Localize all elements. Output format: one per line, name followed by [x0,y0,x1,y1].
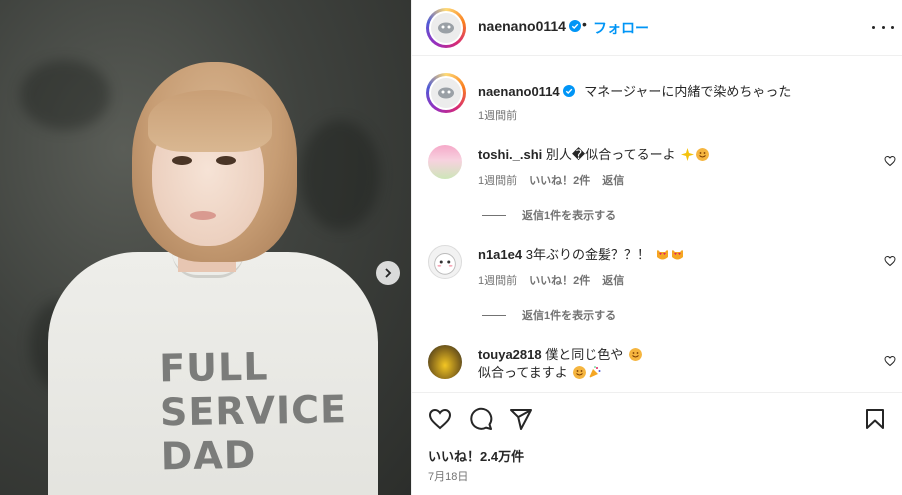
chevron-right-icon [385,268,392,278]
comment-text-line2: 似合ってますよ [478,364,601,382]
instagram-post: FULL SERVICE DAD naenano0114 • フォロー naen… [0,0,902,495]
bookmark-icon[interactable] [863,407,887,431]
heart-icon[interactable] [428,407,452,431]
shirt-print-line: SERVICE [159,387,348,435]
comment-text: touya2818 僕と同じ色や [478,346,642,364]
reply-button[interactable]: 返信 [602,175,624,187]
verified-badge-icon [568,20,581,32]
author-username-text[interactable]: naenano0114 [478,18,566,34]
commenter-avatar[interactable] [428,245,462,279]
avatar-image [438,87,454,99]
lips [190,211,216,220]
smiling-face-icon [696,148,710,161]
view-replies-button[interactable]: 返信1件を表示する [482,307,616,323]
caption-body: マネージャーに内緒で染めちゃった [584,84,792,99]
right-eye [216,156,236,165]
shirt-print-line: DAD [160,432,257,479]
separator-dot: • [582,16,587,32]
comment-icon[interactable] [469,407,493,431]
comment-text: toshi._.shi 別人�似合ってるーよ [478,146,710,164]
replies-divider [482,214,506,216]
commenter-username[interactable]: toshi._.shi [478,147,542,162]
comment-body: 別人�似合ってるーよ [545,147,676,162]
post-photo[interactable]: FULL SERVICE DAD [0,0,411,495]
comment-like-heart-icon[interactable] [884,155,896,167]
comment-body: 僕と同じ色や [545,347,624,362]
replies-divider [482,314,506,316]
author-username[interactable]: naenano0114 [478,18,581,34]
next-photo-button[interactable] [376,261,400,285]
wall-texture [300,120,380,230]
caption-username[interactable]: naenano0114 [478,84,560,99]
share-icon[interactable] [509,407,533,431]
left-eye [172,156,192,165]
caption-avatar[interactable] [426,73,466,113]
likes-count[interactable]: いいね！2.4万件 [428,446,524,465]
shirt-print-line: FULL [158,344,269,391]
follow-button[interactable]: フォロー [593,18,649,38]
reply-button[interactable]: 返信 [602,275,624,287]
comment-time: 1週間前 [478,175,518,187]
commenter-avatar[interactable] [428,345,462,379]
comment-likes[interactable]: いいね！2件 [529,275,590,287]
view-replies-button[interactable]: 返信1件を表示する [482,207,616,223]
bangs [148,90,272,152]
comment-body: 似合ってますよ [478,365,568,380]
comment-meta: 1週間前 いいね！2件 返信 [478,172,636,188]
view-replies-label[interactable]: 返信1件を表示する [522,307,616,323]
comment-like-heart-icon[interactable] [884,355,896,367]
wall-texture [20,60,110,130]
sparkles-icon [681,148,695,161]
smiling-face-icon [628,348,642,361]
caption-text: naenano0114 マネージャーに内緒で染めちゃった [478,81,791,100]
shirt-print: FULL SERVICE DAD [158,344,348,479]
author-avatar[interactable] [426,8,466,48]
party-popper-icon [589,366,601,378]
view-replies-label[interactable]: 返信1件を表示する [522,207,616,223]
smiling-face-icon [573,366,587,379]
comments-list[interactable]: naenano0114 マネージャーに内緒で染めちゃった 1週間前 toshi.… [412,57,902,391]
heart-eyes-cat-icon [656,249,668,260]
commenter-username[interactable]: n1a1e4 [478,247,522,262]
post-date[interactable]: 7月18日 [428,468,468,484]
verified-badge-icon [562,85,575,97]
caption-time: 1週間前 [478,110,518,122]
comment-meta: 1週間前 いいね！2件 返信 [478,272,636,288]
comment-time: 1週間前 [478,275,518,287]
comment-like-heart-icon[interactable] [884,255,896,267]
heart-eyes-cat-icon [671,249,683,260]
comment-likes[interactable]: いいね！2件 [529,175,590,187]
post-header: naenano0114 • フォロー [412,0,902,56]
avatar-image [434,253,456,275]
commenter-avatar[interactable] [428,145,462,179]
comment-body: 3年ぶりの金髪？？！ [525,247,650,262]
comment-text: n1a1e4 3年ぶりの金髪？？！ [478,246,684,264]
commenter-username[interactable]: touya2818 [478,347,542,362]
more-options-icon[interactable] [872,18,894,36]
avatar-image [438,22,454,34]
post-actions [412,392,902,442]
post-side-panel: naenano0114 • フォロー naenano0114 マネージャーに内緒… [411,0,902,495]
